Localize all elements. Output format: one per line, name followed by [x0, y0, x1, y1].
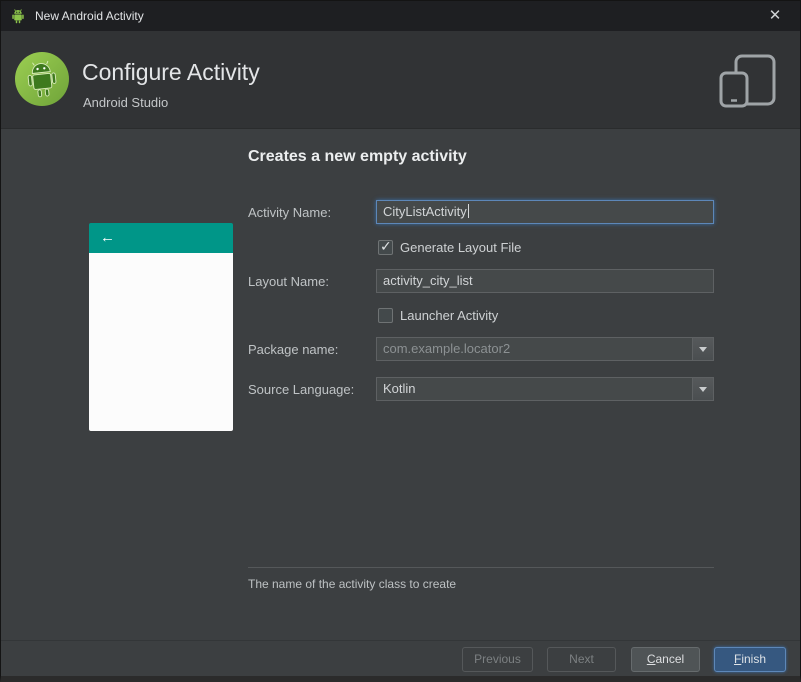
layout-name-input[interactable]: activity_city_list — [376, 269, 714, 293]
package-name-combobox[interactable]: com.example.locator2 — [376, 337, 714, 361]
chevron-down-icon[interactable] — [692, 338, 713, 360]
layout-name-value: activity_city_list — [383, 273, 473, 288]
button-bar: Previous Next Cancel Finish — [1, 640, 800, 676]
layout-name-label: Layout Name: — [248, 274, 329, 289]
new-android-activity-dialog: New Android Activity ✕ Configure Activit… — [0, 0, 801, 682]
next-button[interactable]: Next — [547, 647, 616, 672]
package-name-value: com.example.locator2 — [383, 341, 511, 356]
activity-name-input[interactable]: CityListActivity — [376, 200, 714, 224]
source-language-label: Source Language: — [248, 382, 355, 397]
android-logo-icon — [12, 9, 24, 24]
wizard-subtitle: Android Studio — [83, 95, 169, 110]
launcher-activity-checkbox[interactable] — [378, 308, 393, 323]
close-icon[interactable]: ✕ — [764, 5, 786, 27]
cancel-button[interactable]: Cancel — [631, 647, 700, 672]
source-language-combobox[interactable]: Kotlin — [376, 377, 714, 401]
cancel-rest: ancel — [655, 652, 685, 666]
finish-rest: inish — [741, 652, 767, 666]
launcher-activity-label[interactable]: Launcher Activity — [400, 308, 498, 323]
text-caret — [467, 204, 469, 218]
previous-button[interactable]: Previous — [462, 647, 533, 672]
wizard-header: Configure Activity Android Studio — [1, 31, 800, 129]
preview-body — [89, 253, 233, 431]
step-heading: Creates a new empty activity — [248, 148, 467, 165]
chevron-down-icon[interactable] — [692, 378, 713, 400]
activity-name-label: Activity Name: — [248, 205, 332, 220]
android-studio-logo-icon — [15, 52, 69, 106]
package-name-label: Package name: — [248, 342, 339, 357]
wizard-content: Creates a new empty activity ← Activity … — [1, 129, 800, 640]
back-arrow-icon: ← — [100, 229, 115, 246]
generate-layout-label[interactable]: Generate Layout File — [400, 240, 521, 255]
finish-button[interactable]: Finish — [714, 647, 786, 672]
source-language-value: Kotlin — [383, 381, 416, 396]
activity-name-value: CityListActivity — [383, 204, 467, 219]
activity-preview-thumbnail: ← — [89, 223, 233, 431]
window-title: New Android Activity — [35, 9, 144, 23]
wizard-title: Configure Activity — [82, 59, 260, 85]
titlebar: New Android Activity ✕ — [1, 1, 800, 31]
generate-layout-checkbox[interactable] — [378, 238, 393, 255]
device-form-factor-icon — [719, 54, 776, 108]
hint-text: The name of the activity class to create — [248, 577, 457, 591]
hint-divider — [248, 567, 714, 568]
preview-app-bar: ← — [89, 223, 233, 253]
